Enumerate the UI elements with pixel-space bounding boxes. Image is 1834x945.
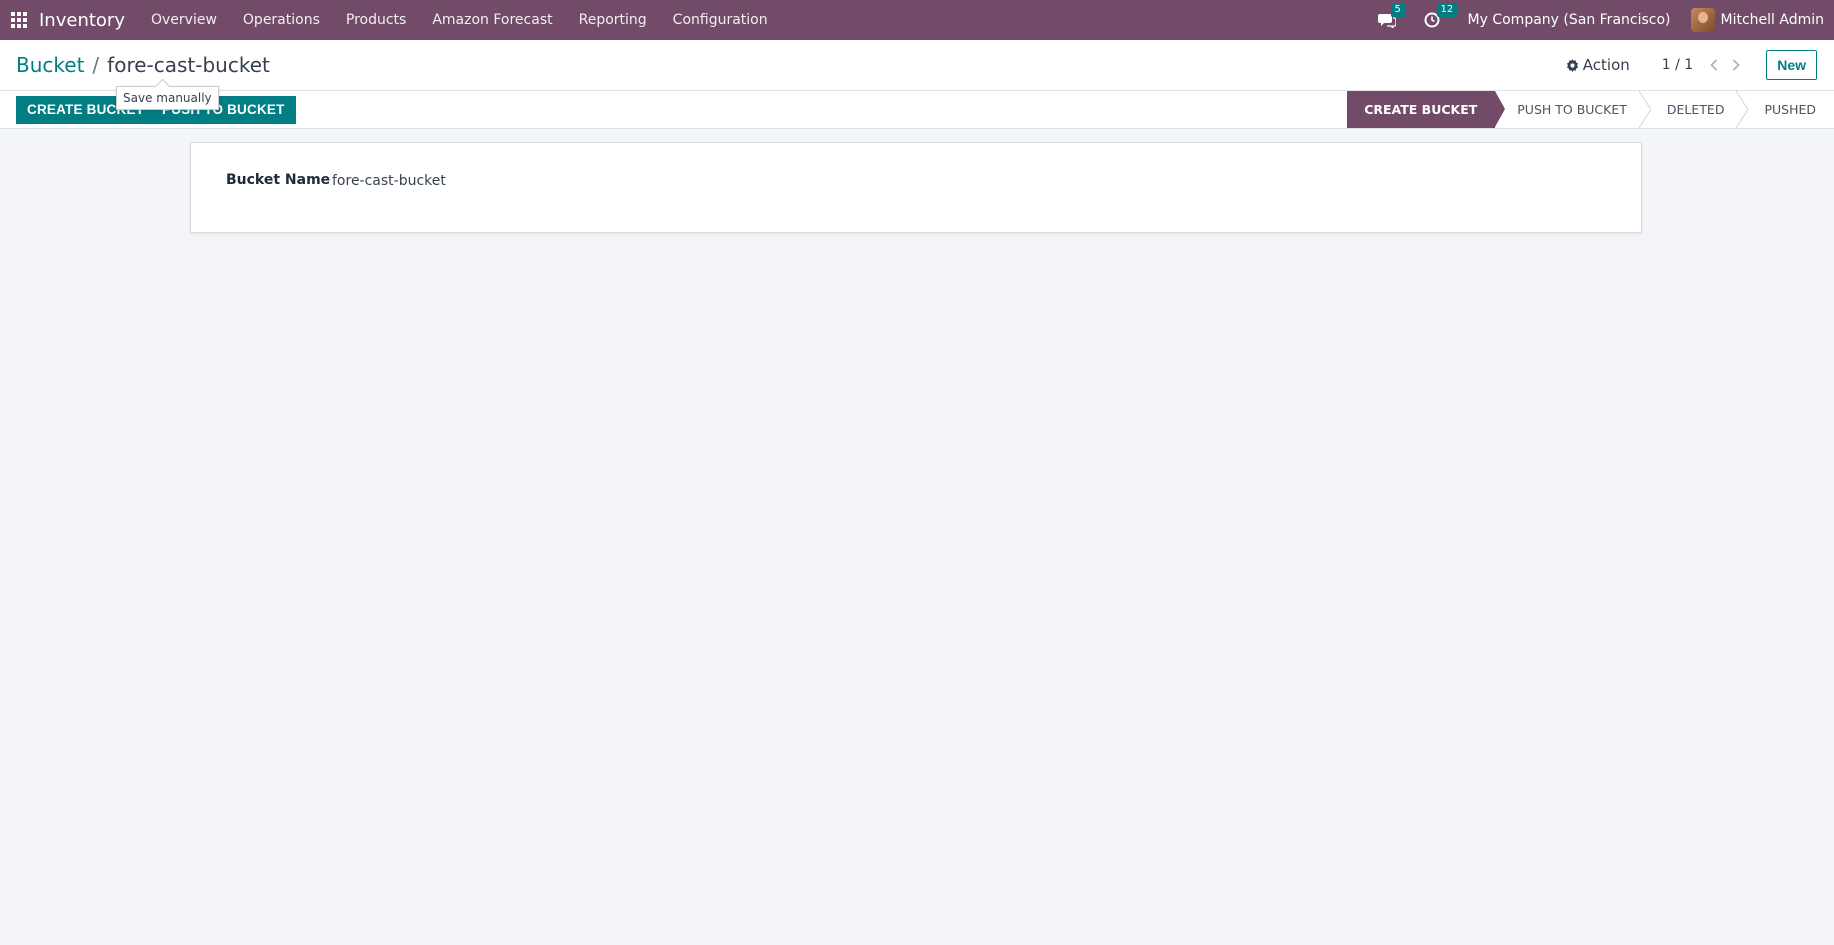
menu-reporting[interactable]: Reporting	[579, 12, 647, 28]
chevron-left-icon	[1710, 59, 1718, 71]
stage-deleted[interactable]: DELETED	[1644, 91, 1749, 128]
bucket-name-field[interactable]: fore-cast-bucket	[332, 173, 446, 189]
company-switcher[interactable]: My Company (San Francisco)	[1468, 12, 1671, 28]
user-name: Mitchell Admin	[1720, 12, 1825, 28]
breadcrumb: Bucket / fore-cast-bucket	[16, 53, 270, 77]
breadcrumb-bucket-link[interactable]: Bucket	[16, 53, 84, 77]
apps-menu-icon[interactable]	[0, 0, 38, 40]
pager-value[interactable]: 1 / 1	[1662, 57, 1693, 73]
action-menu-button[interactable]: Action	[1566, 56, 1630, 74]
main-navbar: Inventory Overview Operations Products A…	[0, 0, 1834, 40]
menu-overview[interactable]: Overview	[151, 12, 217, 28]
breadcrumb-separator: /	[92, 53, 100, 77]
stage-chevron-icon	[1638, 91, 1651, 128]
new-record-button[interactable]: New	[1766, 50, 1817, 80]
pager-next-button[interactable]	[1725, 59, 1747, 71]
menu-products[interactable]: Products	[346, 12, 406, 28]
stage-deleted-label: DELETED	[1666, 102, 1725, 117]
control-panel: Bucket / fore-cast-bucket Action 1 / 1 N…	[0, 40, 1834, 91]
stage-push-to-bucket[interactable]: PUSH TO BUCKET	[1495, 91, 1651, 128]
pager-previous-button[interactable]	[1703, 59, 1725, 71]
menu-configuration[interactable]: Configuration	[673, 12, 768, 28]
form-statusbar: CREATE BUCKET PUSH TO BUCKET CREATE BUCK…	[0, 91, 1834, 129]
save-manually-tooltip: Save manually	[116, 86, 219, 110]
app-name[interactable]: Inventory	[39, 10, 125, 31]
activities-button[interactable]: 12	[1424, 3, 1458, 28]
breadcrumb-current: fore-cast-bucket	[107, 53, 270, 77]
stage-create-bucket[interactable]: CREATE BUCKET	[1347, 91, 1506, 128]
gear-icon	[1566, 58, 1578, 72]
status-stages: CREATE BUCKET PUSH TO BUCKET DELETED PUS…	[1347, 91, 1834, 128]
form-sheet: Bucket Name fore-cast-bucket	[190, 142, 1642, 233]
messages-count-badge: 5	[1390, 3, 1405, 17]
chevron-right-icon	[1733, 59, 1740, 71]
user-menu[interactable]: Mitchell Admin	[1690, 8, 1825, 32]
bucket-name-label: Bucket Name	[226, 172, 331, 188]
avatar	[1690, 8, 1715, 32]
stage-chevron-icon	[1736, 91, 1749, 128]
activities-count-badge: 12	[1436, 3, 1458, 17]
menu-amazon-forecast[interactable]: Amazon Forecast	[432, 12, 552, 28]
stage-push-to-bucket-label: PUSH TO BUCKET	[1517, 102, 1627, 117]
action-label: Action	[1582, 56, 1630, 74]
messages-button[interactable]: 5	[1377, 3, 1405, 28]
stage-pushed[interactable]: PUSHED	[1742, 91, 1834, 128]
menu-operations[interactable]: Operations	[243, 12, 320, 28]
